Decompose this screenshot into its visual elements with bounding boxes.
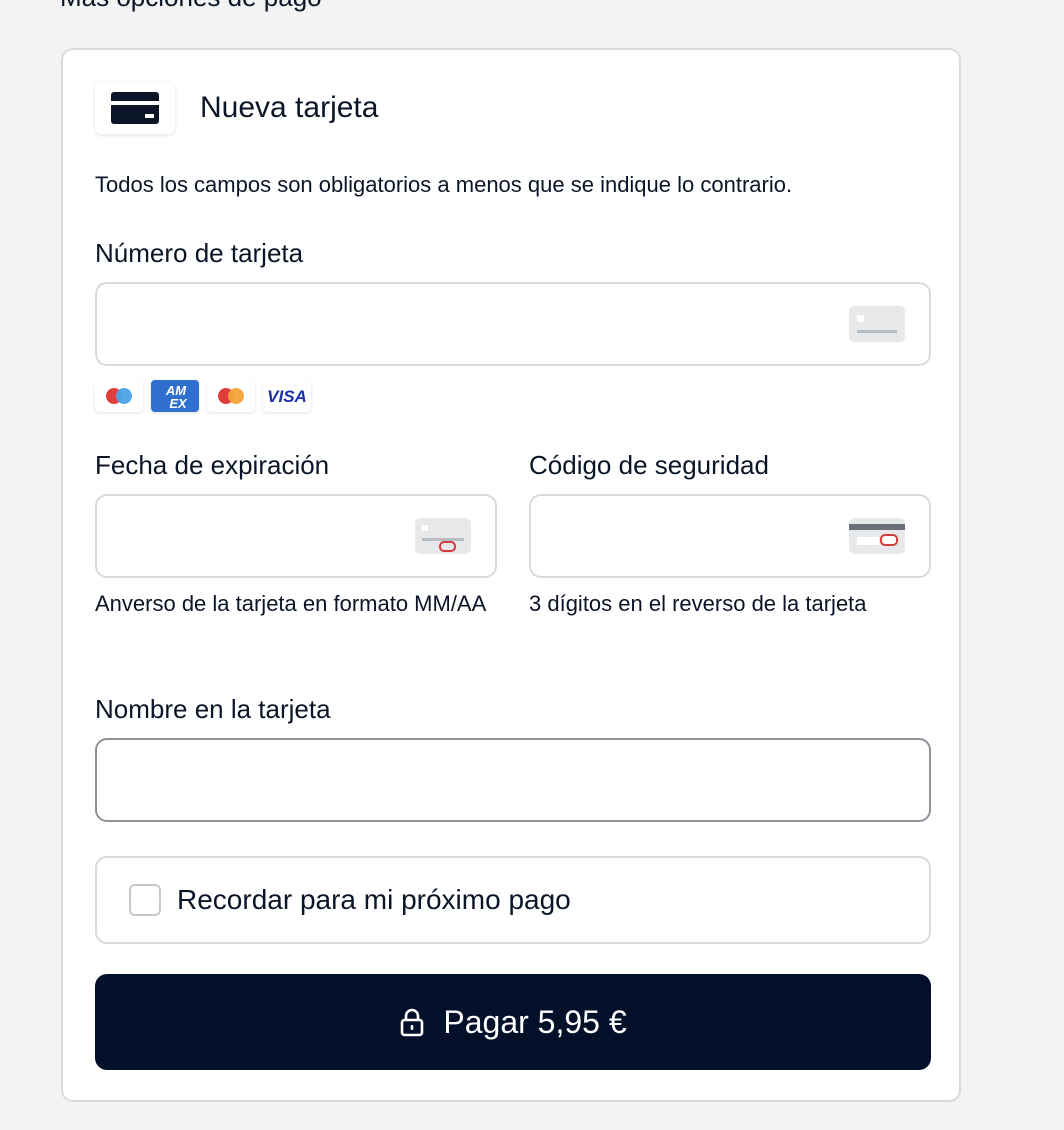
remember-label: Recordar para mi próximo pago — [177, 884, 571, 915]
card-number-input[interactable] — [115, 284, 698, 364]
card-back-cvv-icon — [849, 518, 905, 554]
lock-icon — [399, 1007, 425, 1037]
svg-text:EX: EX — [169, 396, 188, 411]
card-front-icon — [849, 306, 905, 342]
security-code-label: Código de seguridad — [529, 450, 769, 480]
new-card-panel: Nueva tarjeta Todos los campos son oblig… — [61, 48, 961, 1102]
security-code-input[interactable] — [549, 496, 788, 576]
expiry-date-input[interactable] — [115, 496, 354, 576]
payment-method-title: Nueva tarjeta — [200, 91, 379, 124]
card-number-label: Número de tarjeta — [95, 238, 304, 268]
name-on-card-field[interactable] — [95, 738, 931, 822]
credit-card-icon — [95, 82, 175, 134]
security-code-hint: 3 dígitos en el reverso de la tarjeta — [529, 591, 867, 616]
payment-method-header: Nueva tarjeta — [95, 82, 378, 134]
visa-logo: VISA — [263, 380, 311, 412]
section-heading: Más opciones de pago — [60, 0, 322, 13]
pay-button-label: Pagar 5,95 € — [443, 1003, 627, 1040]
name-on-card-input[interactable] — [115, 740, 898, 820]
amex-logo: AM EX — [151, 380, 199, 412]
accepted-card-brands: AM EX VISA — [95, 380, 311, 412]
expiry-date-label: Fecha de expiración — [95, 450, 330, 480]
card-number-field[interactable] — [95, 282, 931, 366]
remember-card-option[interactable]: Recordar para mi próximo pago — [95, 856, 931, 944]
name-on-card-label: Nombre en la tarjeta — [95, 694, 331, 724]
svg-text:VISA: VISA — [267, 387, 307, 406]
expiry-date-hint: Anverso de la tarjeta en formato MM/AA — [95, 591, 487, 616]
security-code-field[interactable] — [529, 494, 931, 578]
expiry-date-field[interactable] — [95, 494, 497, 578]
maestro-logo — [95, 380, 143, 412]
remember-checkbox[interactable] — [129, 884, 161, 916]
required-fields-note: Todos los campos son obligatorios a meno… — [95, 172, 793, 197]
mastercard-logo — [207, 380, 255, 412]
pay-button[interactable]: Pagar 5,95 € — [95, 974, 931, 1070]
card-expiry-icon — [415, 518, 471, 554]
